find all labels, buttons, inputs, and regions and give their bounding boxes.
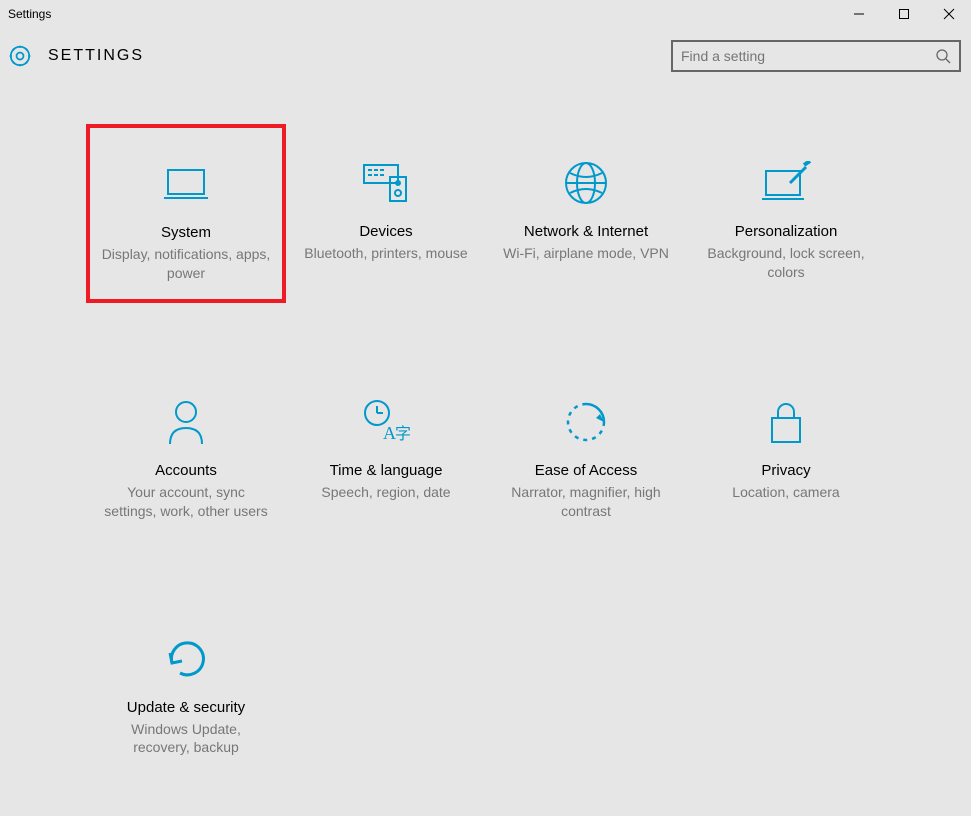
globe-icon [562, 155, 610, 211]
search-box[interactable] [671, 40, 961, 72]
window-title: Settings [8, 7, 51, 21]
tile-title: Network & Internet [524, 223, 648, 240]
maximize-button[interactable] [881, 0, 926, 28]
time-language-icon: A 字 [361, 394, 411, 450]
header-left: SETTINGS [6, 42, 144, 70]
tile-ease-of-access[interactable]: Ease of Access Narrator, magnifier, high… [486, 363, 686, 540]
titlebar: Settings [0, 0, 971, 28]
minimize-button[interactable] [836, 0, 881, 28]
tile-title: Update & security [127, 699, 245, 716]
lock-icon [766, 394, 806, 450]
tile-desc: Background, lock screen, colors [701, 244, 871, 282]
window-controls [836, 0, 971, 28]
maximize-icon [898, 8, 910, 20]
tile-title: Accounts [155, 462, 217, 479]
devices-icon [360, 155, 412, 211]
search-icon [935, 48, 951, 64]
tile-title: Devices [359, 223, 412, 240]
tile-privacy[interactable]: Privacy Location, camera [686, 363, 886, 540]
tile-update-security[interactable]: Update & security Windows Update, recove… [86, 600, 286, 777]
minimize-icon [853, 8, 865, 20]
ease-of-access-icon [562, 394, 610, 450]
page-title: SETTINGS [48, 47, 144, 65]
tile-title: System [161, 224, 211, 241]
tile-title: Ease of Access [535, 462, 638, 479]
display-icon [162, 156, 210, 212]
tile-title: Personalization [735, 223, 838, 240]
tile-time-language[interactable]: A 字 Time & language Speech, region, date [286, 363, 486, 540]
tile-desc: Bluetooth, printers, mouse [304, 244, 467, 263]
tile-desc: Wi-Fi, airplane mode, VPN [503, 244, 669, 263]
tile-desc: Narrator, magnifier, high contrast [501, 483, 671, 521]
tile-devices[interactable]: Devices Bluetooth, printers, mouse [286, 124, 486, 303]
tile-desc: Location, camera [732, 483, 839, 502]
tile-title: Privacy [761, 462, 810, 479]
svg-text:字: 字 [395, 425, 411, 443]
tile-desc: Display, notifications, apps, power [101, 245, 271, 283]
settings-grid: System Display, notifications, apps, pow… [0, 84, 971, 816]
close-icon [943, 8, 955, 20]
tile-network[interactable]: Network & Internet Wi-Fi, airplane mode,… [486, 124, 686, 303]
tile-desc: Your account, sync settings, work, other… [101, 483, 271, 521]
tile-system[interactable]: System Display, notifications, apps, pow… [86, 124, 286, 303]
personalization-icon [760, 155, 812, 211]
close-button[interactable] [926, 0, 971, 28]
tile-title: Time & language [330, 462, 443, 479]
person-icon [164, 394, 208, 450]
tile-accounts[interactable]: Accounts Your account, sync settings, wo… [86, 363, 286, 540]
header: SETTINGS [0, 28, 971, 84]
search-input[interactable] [681, 48, 935, 64]
tile-desc: Speech, region, date [321, 483, 450, 502]
gear-icon [6, 42, 34, 70]
tile-desc: Windows Update, recovery, backup [101, 720, 271, 758]
update-icon [162, 631, 210, 687]
tile-personalization[interactable]: Personalization Background, lock screen,… [686, 124, 886, 303]
